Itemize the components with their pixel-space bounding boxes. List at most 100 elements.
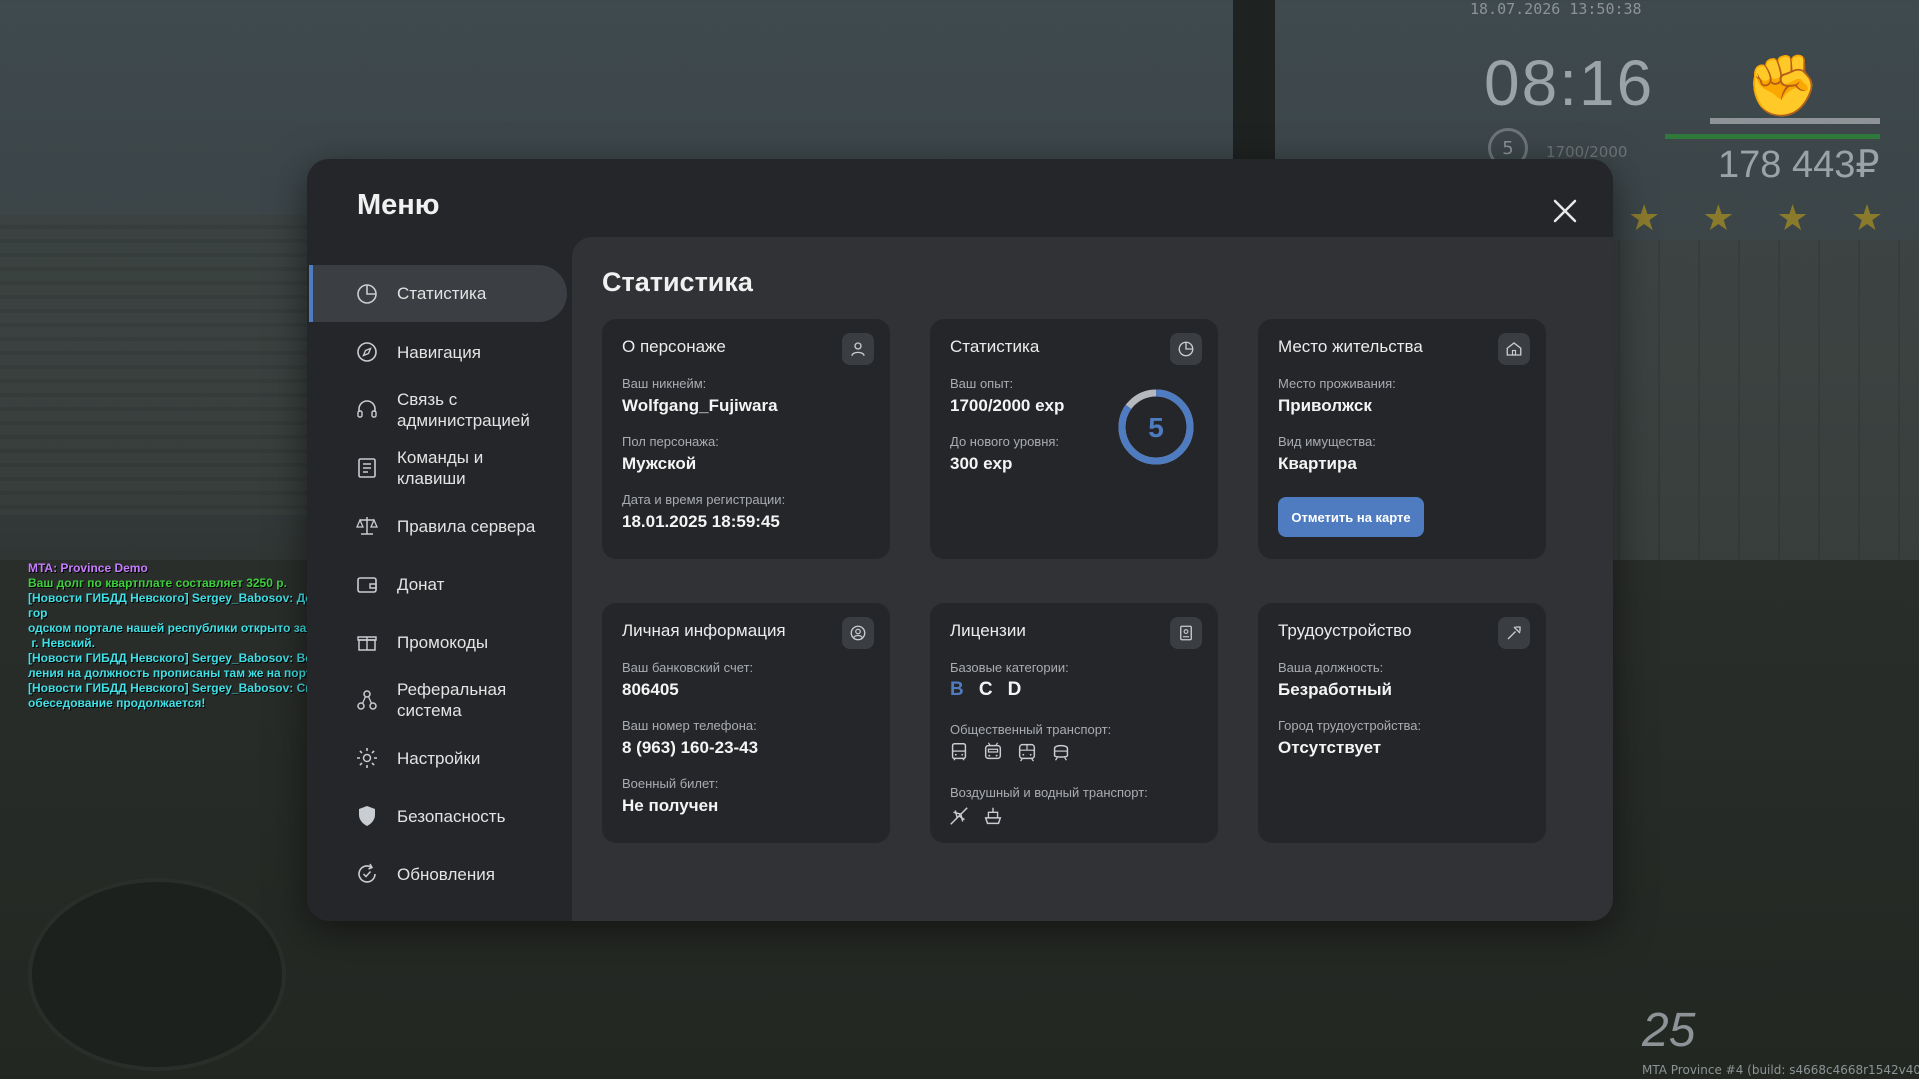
sidebar-item-settings[interactable]: Настройки — [309, 729, 563, 787]
sidebar-item-referral[interactable]: Реферальная система — [309, 671, 563, 729]
card-character: О персонаже Ваш никнейм: Wolfgang_Fujiwa… — [602, 319, 890, 559]
refresh-icon — [358, 863, 376, 883]
sidebar-item-label: Навигация — [397, 342, 481, 362]
minimap — [28, 878, 286, 1071]
gender-value: Мужской — [622, 454, 697, 473]
category-d: D — [1007, 679, 1022, 700]
sidebar-item-label: Команды и клавиши — [397, 448, 484, 488]
place-value: Приволжск — [1278, 396, 1372, 415]
menu-window: Меню Статистика Навигация Связь с админи… — [307, 159, 1613, 921]
exp-label: Ваш опыт: — [950, 376, 1014, 391]
registration-value: 18.01.2025 18:59:45 — [622, 512, 780, 531]
hud-money: 178 443₽ — [1718, 144, 1880, 186]
trolleybus-icon — [984, 742, 1002, 760]
card-title: Трудоустройство — [1278, 621, 1412, 640]
card-personal-info: Личная информация Ваш банковский счет: 8… — [602, 603, 890, 843]
hud-fuel: 25 — [1642, 1004, 1696, 1057]
sidebar-item-promocodes[interactable]: Промокоды — [309, 613, 563, 671]
property-value: Квартира — [1278, 454, 1357, 473]
wanted-stars-icon: ★★★★ — [1628, 198, 1919, 239]
sidebar-item-security[interactable]: Безопасность — [309, 787, 563, 845]
gift-icon — [357, 636, 377, 651]
gear-icon — [357, 748, 377, 768]
hud-date: 18.07.2026 13:50:38 — [1470, 0, 1642, 18]
user-icon — [842, 333, 874, 365]
sidebar-item-label: Правила сервера — [397, 516, 536, 536]
sidebar-item-admin-contact[interactable]: Связь с администрацией — [309, 381, 563, 439]
license-icon — [1170, 617, 1202, 649]
gender-label: Пол персонажа: — [622, 434, 719, 449]
mark-on-map-button[interactable]: Отметить на карте — [1278, 497, 1424, 537]
card-residence: Место жительства Место проживания: Приво… — [1258, 319, 1546, 559]
card-licenses: Лицензии Базовые категории: B C D Общест… — [930, 603, 1218, 843]
base-categories-label: Базовые категории: — [950, 660, 1069, 675]
referral-icon — [357, 690, 377, 710]
sidebar-item-updates[interactable]: Обновления — [309, 845, 563, 903]
game-world-building — [0, 215, 310, 515]
train-icon — [1053, 744, 1069, 761]
sidebar-item-label: Реферальная система — [397, 680, 507, 720]
sidebar-item-commands[interactable]: Команды и клавиши — [309, 439, 563, 497]
job-city-label: Город трудоустройства: — [1278, 718, 1422, 733]
chart-pie-icon — [357, 283, 377, 304]
sidebar-item-navigation[interactable]: Навигация — [309, 323, 563, 381]
nickname-label: Ваш никнейм: — [622, 376, 707, 391]
game-world-pole — [1233, 0, 1275, 165]
category-b: B — [950, 679, 964, 700]
public-transport-icons — [948, 741, 1072, 763]
sidebar-item-label: Безопасность — [397, 806, 506, 826]
plane-icon — [950, 807, 968, 825]
next-level-label: До нового уровня: — [950, 434, 1060, 449]
level-value: 5 — [1148, 412, 1164, 443]
public-transport-label: Общественный транспорт: — [950, 722, 1112, 737]
card-title: Личная информация — [622, 621, 786, 640]
job-city-value: Отсутствует — [1278, 738, 1382, 757]
headset-icon — [357, 400, 377, 418]
hud-health-bar — [1710, 118, 1880, 124]
hammer-icon — [1498, 617, 1530, 649]
home-icon — [1498, 333, 1530, 365]
scales-icon — [356, 517, 378, 535]
phone-label: Ваш номер телефона: — [622, 718, 757, 733]
next-level-value: 300 exp — [950, 454, 1013, 473]
sidebar-item-label: Обновления — [397, 864, 495, 884]
sidebar-item-label: Статистика — [397, 284, 487, 303]
property-label: Вид имущества: — [1278, 434, 1376, 449]
phone-value: 8 (963) 160-23-43 — [622, 738, 759, 757]
card-title: Статистика — [950, 337, 1040, 356]
sidebar-item-donate[interactable]: Донат — [309, 555, 563, 613]
sidebar-item-label: Промокоды — [397, 632, 489, 652]
nickname-value: Wolfgang_Fujiwara — [622, 396, 778, 415]
card-title: О персонаже — [622, 337, 726, 356]
menu-title: Меню — [357, 189, 440, 221]
close-icon[interactable] — [1547, 193, 1583, 229]
level-progress-ring: 5 — [1118, 389, 1194, 465]
sidebar-item-statistics[interactable]: Статистика — [309, 265, 567, 322]
position-value: Безработный — [1278, 680, 1392, 699]
bank-value: 806405 — [622, 680, 679, 699]
hud-build-info: MTA Province #4 (build: s4668c4668r1542v… — [1642, 1063, 1919, 1077]
registration-label: Дата и время регистрации: — [622, 492, 786, 507]
fist-icon: ✊ — [1745, 51, 1820, 121]
card-employment: Трудоустройство Ваша должность: Безработ… — [1258, 603, 1546, 843]
license-categories: B C D — [950, 679, 1031, 701]
military-value: Не получен — [622, 796, 719, 815]
sidebar-item-rules[interactable]: Правила сервера — [309, 497, 563, 555]
bus-icon — [951, 743, 967, 761]
place-label: Место проживания: — [1278, 376, 1396, 391]
air-water-transport-icons — [948, 805, 1004, 827]
content-panel: Статистика О персонаже Ваш никнейм: Wolf… — [572, 237, 1613, 921]
category-c: C — [978, 679, 993, 700]
boat-icon — [984, 807, 1002, 825]
shield-icon — [359, 806, 375, 826]
chart-pie-icon — [1170, 333, 1202, 365]
tram-icon — [1018, 743, 1036, 762]
card-statistics: Статистика Ваш опыт: 1700/2000 exp До но… — [930, 319, 1218, 559]
sidebar-item-label: Связь с администрацией — [397, 390, 530, 430]
sidebar-item-label: Настройки — [397, 748, 481, 768]
page-title: Статистика — [602, 267, 753, 297]
hud-clock: 08:16 — [1484, 47, 1655, 119]
air-water-transport-label: Воздушный и водный транспорт: — [950, 785, 1148, 800]
wallet-icon — [357, 577, 377, 593]
sidebar-item-label: Донат — [397, 574, 445, 594]
